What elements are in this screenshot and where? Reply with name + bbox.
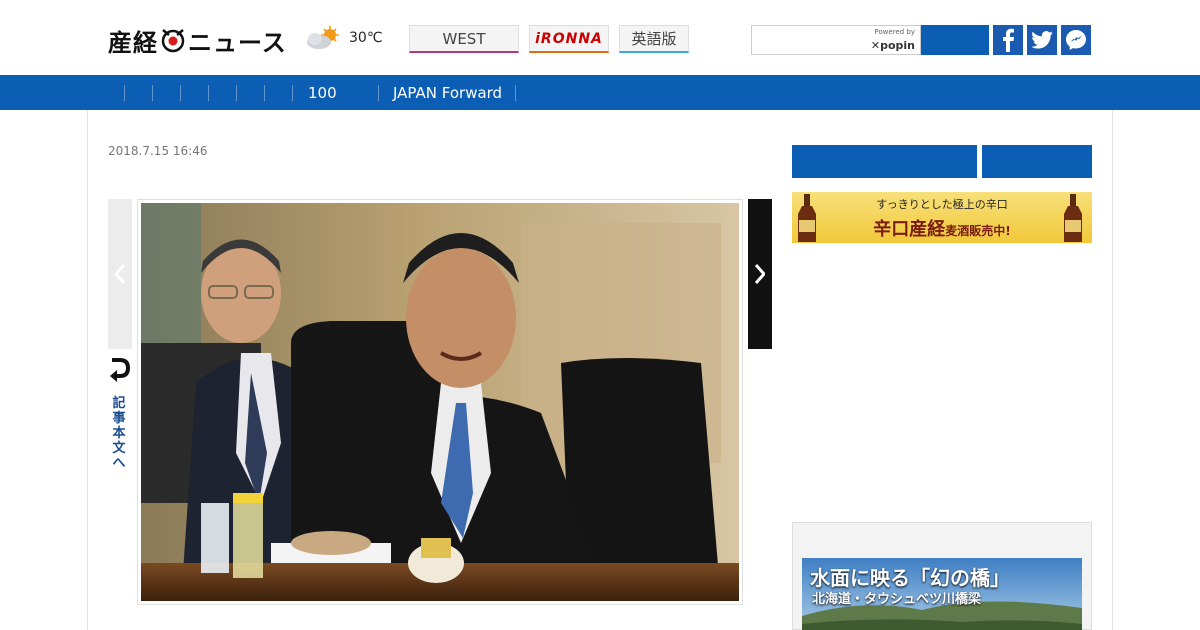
sidebar-tab-left[interactable] xyxy=(792,145,977,178)
search-input[interactable] xyxy=(754,27,873,55)
jump-to-article-link[interactable]: 記事本文へ xyxy=(108,358,131,471)
popin-badge: Powered by ✕popin xyxy=(871,29,915,52)
weather-widget[interactable]: 30℃ xyxy=(305,25,383,51)
messenger-icon xyxy=(1066,30,1086,50)
article-photo xyxy=(137,199,743,605)
search-box: Powered by ✕popin xyxy=(751,25,921,55)
promo-banner[interactable]: 水面に映る「幻の橋」 北海道・タウシュベツ川橋梁 xyxy=(802,558,1082,630)
tab-west[interactable]: WEST xyxy=(409,25,519,53)
tab-ironna-label: iRONNA xyxy=(535,30,603,47)
jump-to-article-label: 記事本文へ xyxy=(112,396,126,471)
photo-image xyxy=(141,203,739,601)
search-button[interactable] xyxy=(921,25,989,55)
chevron-left-icon xyxy=(115,264,125,284)
nav-separator xyxy=(378,85,379,101)
nav-separator xyxy=(292,85,293,101)
chevron-right-icon xyxy=(755,264,765,284)
facebook-button[interactable] xyxy=(993,25,1023,55)
global-nav: 100 JAPAN Forward xyxy=(0,75,1200,110)
popin-logo: ✕popin xyxy=(870,39,915,52)
promo-title: 水面に映る「幻の橋」 xyxy=(810,566,1010,590)
next-photo-button[interactable] xyxy=(748,199,772,349)
ad-sub: 麦酒販売中! xyxy=(945,224,1011,238)
facebook-icon xyxy=(1003,28,1014,52)
promo-subtitle: 北海道・タウシュベツ川橋梁 xyxy=(812,592,982,607)
beer-ad-banner[interactable]: すっきりとした極上の辛口 辛口産経麦酒販売中! xyxy=(792,192,1092,243)
tab-english-label: 英語版 xyxy=(631,30,677,48)
nav-separator xyxy=(515,85,516,101)
article-date: 2018.7.15 16:46 xyxy=(108,144,208,158)
tab-ironna[interactable]: iRONNA xyxy=(529,25,609,53)
nav-item-100[interactable]: 100 xyxy=(308,75,337,110)
sankei-mark-icon xyxy=(161,29,185,53)
site-logo[interactable]: 産経 ニュース xyxy=(108,24,287,57)
powered-by-label: Powered by xyxy=(874,28,915,36)
logo-text-left: 産経 xyxy=(108,28,158,57)
cloud-sun-icon xyxy=(307,26,339,49)
nav-separator xyxy=(208,85,209,101)
nav-separator xyxy=(264,85,265,101)
ad-tagline: すっきりとした極上の辛口 xyxy=(876,198,1008,211)
twitter-icon xyxy=(1031,31,1053,49)
nav-separator xyxy=(152,85,153,101)
nav-separator xyxy=(124,85,125,101)
nav-item-label: 100 xyxy=(308,83,337,102)
nav-separator xyxy=(180,85,181,101)
nav-separator xyxy=(236,85,237,101)
twitter-button[interactable] xyxy=(1027,25,1057,55)
temperature-label: 30℃ xyxy=(349,30,383,46)
nav-item-label: JAPAN Forward xyxy=(393,83,503,102)
return-arrow-icon xyxy=(110,358,131,382)
site-header: 産経 ニュース 30℃ WEST iRONNA 英語版 Powered by ✕ xyxy=(0,0,1200,75)
tab-english[interactable]: 英語版 xyxy=(619,25,689,53)
previous-photo-button[interactable] xyxy=(108,199,132,349)
messenger-button[interactable] xyxy=(1061,25,1091,55)
nav-item-japan-forward[interactable]: JAPAN Forward xyxy=(393,75,502,110)
ad-headline: 辛口産経麦酒販売中! xyxy=(873,219,1011,240)
tab-west-label: WEST xyxy=(442,29,486,48)
sidebar-tab-right[interactable] xyxy=(982,145,1092,178)
logo-text-right: ニュース xyxy=(188,28,287,57)
